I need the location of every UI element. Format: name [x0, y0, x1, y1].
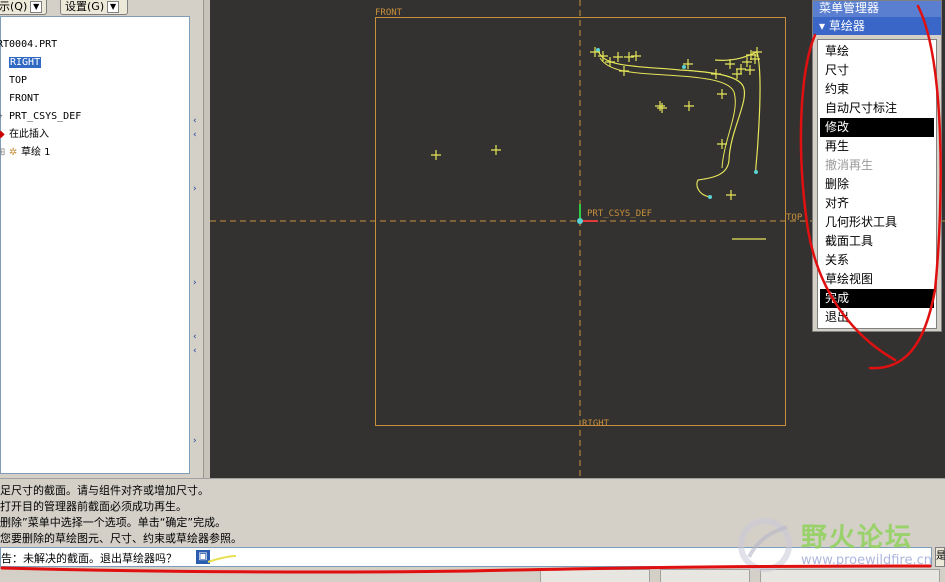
sketch-point[interactable]	[657, 103, 667, 113]
submenu-label: 草绘器	[828, 19, 865, 33]
sketch-point[interactable]	[605, 57, 615, 67]
tree-item-insert-here[interactable]: ◆ 在此插入	[0, 127, 49, 143]
sketch-point[interactable]	[655, 101, 665, 111]
expand-right-icon[interactable]: ›	[193, 184, 203, 194]
tree-item-front[interactable]: ⁄FRONT	[0, 91, 39, 107]
sketch-vertex[interactable]	[682, 65, 686, 69]
settings-dropdown-button[interactable]: 设置(G) ▼	[60, 0, 128, 15]
menu-item-12[interactable]: 草绘视图	[820, 270, 934, 289]
forum-logo-icon	[738, 518, 792, 572]
message-line: 足尺寸的截面。请与组件对齐或增加尺寸。	[0, 484, 209, 497]
datum-right-label: RIGHT	[582, 419, 610, 429]
display-dropdown-button[interactable]: 示(Q) ▼	[0, 0, 47, 15]
sketch-point[interactable]	[684, 101, 694, 111]
menu-item-6: 撤消再生	[825, 158, 874, 172]
tree-item-part[interactable]: RT0004.PRT	[0, 37, 57, 53]
model-tree: RT0004.PRT ⁄RIGHT ⁄TOP ⁄FRONT ⌖PRT_CSYS_…	[0, 16, 190, 474]
sketch-point[interactable]	[613, 52, 623, 62]
menu-item-9[interactable]: 几何形状工具	[820, 213, 934, 232]
datum-plane-icon: ⁄	[0, 73, 7, 89]
menu-item-7[interactable]: 删除	[820, 175, 934, 194]
menu-item-1[interactable]: 尺寸	[820, 61, 934, 80]
tree-item-top[interactable]: ⁄TOP	[0, 73, 27, 89]
menu-manager: 菜单管理器 ▾ 草绘器 草绘 尺寸 约束 自动尺寸标注 修改 再生撤消再生删除 对齐 几何形状…	[812, 0, 942, 332]
tree-item-sketch[interactable]: ⊞ ✲ 草绘 1	[0, 145, 51, 161]
tree-item-label: RT0004.PRT	[0, 39, 58, 50]
menu-item-8[interactable]: 对齐	[820, 194, 934, 213]
menu-item-14[interactable]: 退出	[820, 308, 934, 327]
display-dropdown-label: 示(Q)	[0, 0, 28, 13]
sketch-point[interactable]	[711, 69, 721, 79]
sketch-point[interactable]	[631, 51, 641, 61]
sketch-profile-outer[interactable]	[597, 49, 745, 198]
sketch-point[interactable]	[491, 145, 501, 155]
navigator-toolbar: 示(Q) ▼ 设置(G) ▼	[0, 0, 190, 16]
message-line: 打开目的管理器前截面必须成功再生。	[0, 500, 187, 513]
panel-splitter[interactable]	[203, 0, 210, 478]
prompt-text: 告：未解决的截面。退出草绘器吗？	[1, 552, 177, 565]
collapse-left-icon[interactable]: ‹	[193, 346, 203, 356]
message-line: 您要删除的草绘图元、尺寸、约束或草绘器参照。	[0, 532, 242, 545]
tree-item-right[interactable]: ⁄RIGHT	[0, 55, 42, 71]
menu-item-2[interactable]: 约束	[820, 80, 934, 99]
menu-manager-title: 菜单管理器	[813, 1, 941, 17]
menu-item-3[interactable]: 自动尺寸标注	[820, 99, 934, 118]
sketch-point[interactable]	[726, 190, 736, 200]
tree-item-csys[interactable]: ⌖PRT_CSYS_DEF	[0, 109, 81, 125]
status-cell	[540, 569, 650, 582]
insert-here-icon: ◆	[0, 129, 5, 140]
datum-plane-icon: ⁄	[0, 55, 7, 71]
tree-item-label: PRT_CSYS_DEF	[9, 111, 82, 122]
sketch-point[interactable]	[619, 66, 629, 76]
csys-icon: ⌖	[0, 109, 7, 125]
sketch-point[interactable]	[624, 52, 634, 62]
watermark-url: www.proewildfire.cn	[801, 553, 932, 568]
left-panel: 示(Q)▼ 设置(G)▼ RT0004.PRT ⁄RIGHT ⁄TOP ⁄FRO…	[0, 0, 210, 478]
submenu-sketcher-header[interactable]: ▾ 草绘器	[813, 17, 941, 35]
tree-item-label: 草绘 1	[21, 147, 51, 158]
expand-right-icon[interactable]: ›	[193, 436, 203, 446]
tree-item-label: RIGHT	[9, 57, 42, 68]
expand-right-icon[interactable]: ›	[193, 278, 203, 288]
csys-origin	[577, 218, 583, 224]
sketch-vertex[interactable]	[754, 170, 758, 174]
message-line: 删除”菜单中选择一个选项。单击“确定”完成。	[0, 516, 227, 529]
sketch-vertex[interactable]	[708, 195, 712, 199]
sketch-point[interactable]	[431, 150, 441, 160]
menu-item-4[interactable]: 修改	[820, 118, 934, 137]
menu-item-13[interactable]: 完成	[820, 289, 934, 308]
sketch-icon: ✲	[9, 147, 18, 158]
menu-item-10[interactable]: 截面工具	[820, 232, 934, 251]
prompt-icon: ▣	[196, 550, 210, 564]
menu-item-5[interactable]: 再生	[820, 137, 934, 156]
datum-front-label: FRONT	[375, 8, 403, 18]
tree-item-label: 在此插入	[9, 129, 49, 140]
watermark-title: 野火论坛	[801, 523, 914, 553]
expand-plus-icon[interactable]: ⊞	[0, 145, 7, 161]
collapse-left-icon[interactable]: ‹	[193, 332, 203, 342]
csys-label: PRT_CSYS_DEF	[587, 209, 652, 219]
chevron-down-icon: ▼	[107, 1, 120, 13]
tree-item-label: TOP	[9, 75, 28, 86]
sketch-point[interactable]	[717, 89, 727, 99]
triangle-down-icon: ▾	[819, 19, 829, 33]
graphics-window[interactable]: FRONT TOP RIGHT PRT_CSYS_DEF 菜单管理器 ▾ 草绘器…	[210, 0, 945, 478]
menu-item-11[interactable]: 关系	[820, 251, 934, 270]
datum-top-label: TOP	[786, 213, 803, 223]
collapse-left-icon[interactable]: ‹	[193, 130, 203, 140]
tree-item-label: FRONT	[9, 93, 40, 104]
sketcher-menu-list: 草绘 尺寸 约束 自动尺寸标注 修改 再生撤消再生删除 对齐 几何形状工具 截面工具 关系 草绘视图…	[817, 39, 937, 329]
datum-plane-icon: ⁄	[0, 91, 7, 107]
chevron-down-icon: ▼	[30, 1, 43, 13]
collapse-left-icon[interactable]: ‹	[193, 116, 203, 126]
settings-dropdown-label: 设置(G)	[65, 0, 105, 13]
watermark: 野火论坛 www.proewildfire.cn	[735, 515, 940, 575]
menu-item-0[interactable]: 草绘	[820, 42, 934, 61]
